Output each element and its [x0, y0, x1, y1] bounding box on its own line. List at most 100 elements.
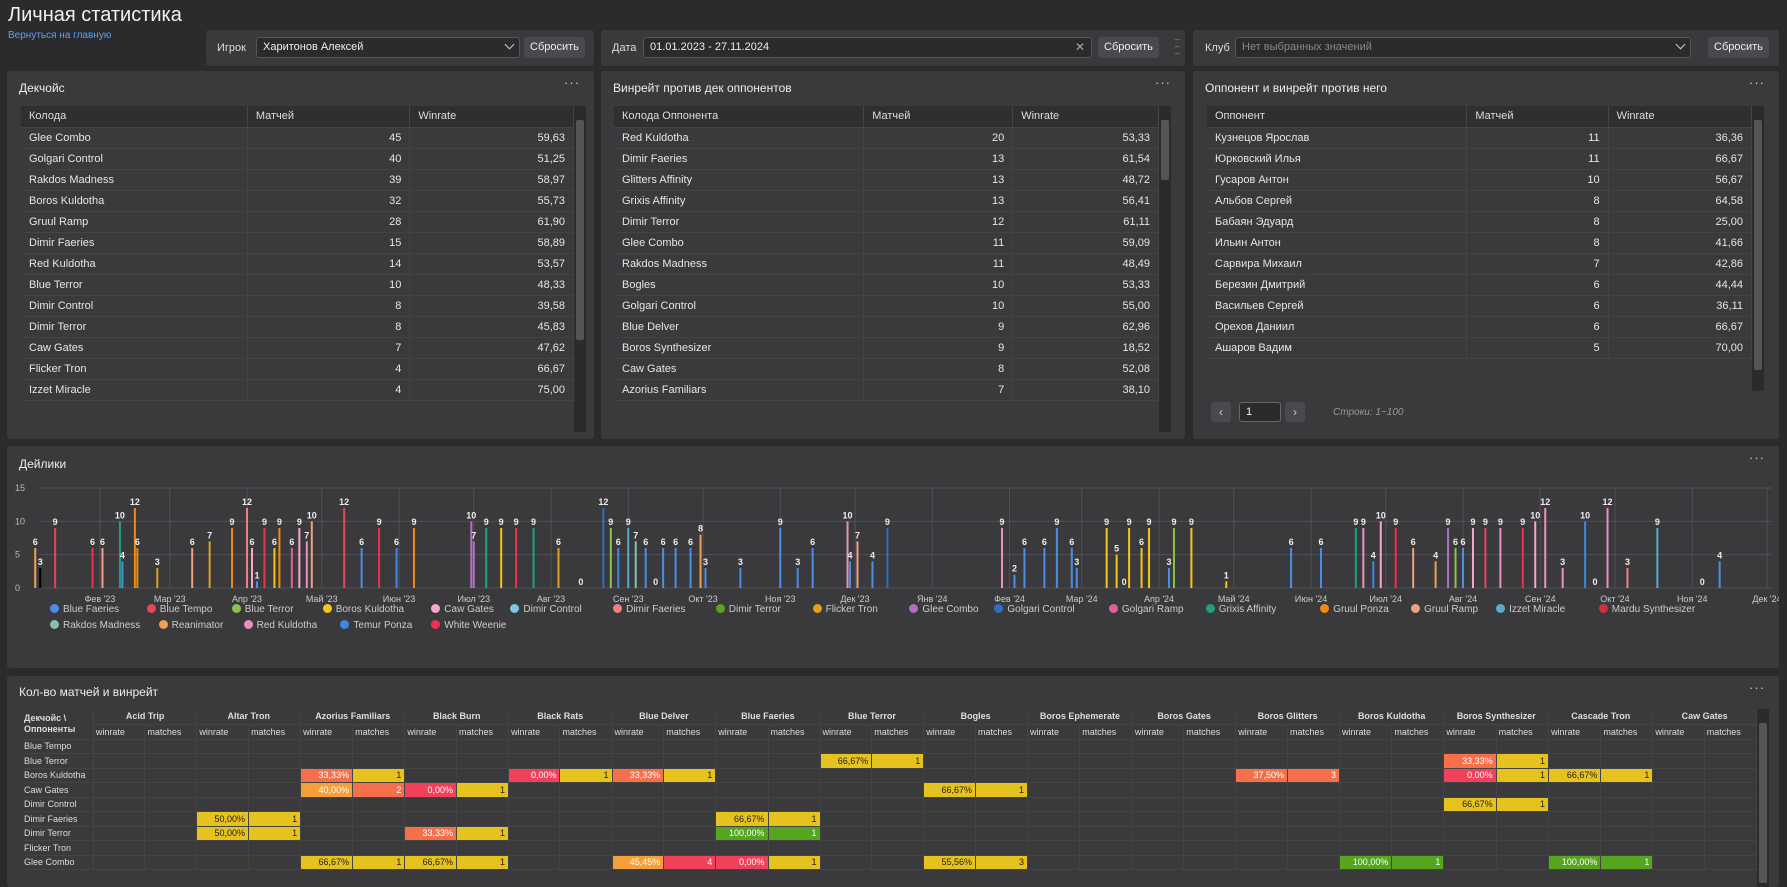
column-header[interactable]: Матчей — [1466, 106, 1609, 128]
scrollbar[interactable] — [574, 106, 586, 432]
legend-item[interactable]: Blue Terror — [231, 604, 294, 615]
table-row[interactable]: Ашаров Вадим 5 70,00 — [1207, 337, 1752, 359]
table-row[interactable]: Кузнецов Ярослав 11 36,36 — [1207, 127, 1752, 149]
legend-item[interactable]: Golgari Ramp — [1108, 604, 1184, 615]
table-row[interactable]: Red Kuldotha 20 53,33 — [614, 127, 1159, 149]
table-row[interactable]: Grixis Affinity 13 56,41 — [614, 190, 1159, 212]
table-row[interactable]: Boros Kuldotha 32 55,73 — [21, 190, 574, 212]
opponent-deck-header[interactable]: Azorius Familiars — [300, 709, 406, 725]
legend-item[interactable]: Red Kuldotha — [243, 620, 317, 631]
opponent-deck-header[interactable]: Acid Trip — [93, 709, 198, 725]
table-row[interactable]: Березин Дмитрий 6 44,44 — [1207, 274, 1752, 296]
player-reset-button[interactable]: Сбросить — [524, 37, 585, 58]
table-row[interactable]: Rakdos Madness 39 58,97 — [21, 169, 574, 191]
legend-item[interactable]: Caw Gates — [431, 604, 494, 615]
legend-item[interactable]: Grixis Affinity — [1205, 604, 1276, 615]
matrix-subheader[interactable]: winrate — [300, 724, 354, 740]
column-header[interactable]: Оппонент — [1207, 106, 1468, 128]
matrix-subheader[interactable]: matches — [248, 724, 302, 740]
table-row[interactable]: Gruul Ramp 28 61,90 — [21, 211, 574, 233]
panel-menu-icon[interactable]: ··· — [1749, 75, 1765, 90]
matrix-subheader[interactable]: matches — [352, 724, 406, 740]
column-header[interactable]: Матчей — [247, 106, 411, 128]
table-row[interactable]: Bogles 10 53,33 — [614, 274, 1159, 296]
table-row[interactable]: Dimir Faeries 15 58,89 — [21, 232, 574, 254]
matrix-subheader[interactable]: matches — [1600, 724, 1654, 740]
table-row[interactable]: Dimir Control 8 39,58 — [21, 295, 574, 317]
column-header[interactable]: Матчей — [863, 106, 1014, 128]
table-row[interactable]: Dimir Terror 8 45,83 — [21, 316, 574, 338]
opponent-deck-header[interactable]: Blue Terror — [820, 709, 925, 725]
matrix-subheader[interactable]: winrate — [508, 724, 561, 740]
legend-item[interactable]: Blue Faeries — [50, 604, 119, 615]
legend-item[interactable]: Glee Combo — [909, 604, 979, 615]
matrix-subheader[interactable]: winrate — [923, 724, 976, 740]
scrollbar[interactable] — [1159, 106, 1171, 432]
table-row[interactable]: Izzet Miracle 4 75,00 — [21, 379, 574, 401]
table-row[interactable]: Бабаян Эдуард 8 25,00 — [1207, 211, 1752, 233]
legend-item[interactable]: Dimir Terror — [715, 604, 781, 615]
opponent-deck-header[interactable]: Black Burn — [404, 709, 510, 725]
matrix-subheader[interactable]: winrate — [612, 724, 665, 740]
legend-item[interactable]: Golgari Control — [994, 604, 1075, 615]
table-row[interactable]: Blue Delver 9 62,96 — [614, 316, 1159, 338]
prev-page-button[interactable]: ‹ — [1211, 402, 1231, 422]
legend-item[interactable]: Mardu Synthesizer — [1598, 604, 1695, 615]
matrix-subheader[interactable]: winrate — [93, 724, 146, 740]
next-page-button[interactable]: › — [1285, 402, 1305, 422]
legend-item[interactable]: Rakdos Madness — [50, 620, 140, 631]
back-to-home-link[interactable]: Вернуться на главную — [8, 30, 111, 41]
matrix-subheader[interactable]: winrate — [1339, 724, 1393, 740]
matrix-subheader[interactable]: matches — [975, 724, 1029, 740]
opponent-deck-header[interactable]: Boros Kuldotha — [1339, 709, 1445, 725]
panel-menu-icon[interactable]: ··· — [564, 75, 580, 90]
table-row[interactable]: Dimir Faeries 13 61,54 — [614, 148, 1159, 170]
opponent-deck-header[interactable]: Boros Gates — [1132, 709, 1237, 725]
legend-item[interactable]: Flicker Tron — [812, 604, 878, 615]
clear-icon[interactable]: ✕ — [1075, 40, 1085, 54]
table-row[interactable]: Васильев Сергей 6 36,11 — [1207, 295, 1752, 317]
opponent-deck-header[interactable]: Caw Gates — [1652, 709, 1757, 725]
legend-item[interactable]: Blue Tempo — [146, 604, 212, 615]
scrollbar[interactable] — [1757, 709, 1769, 887]
opponent-deck-header[interactable]: Blue Delver — [612, 709, 717, 725]
table-row[interactable]: Glitters Affinity 13 48,72 — [614, 169, 1159, 191]
club-reset-button[interactable]: Сбросить — [1708, 37, 1769, 58]
opponent-deck-header[interactable]: Blue Faeries — [715, 709, 821, 725]
table-row[interactable]: Ильин Антон 8 41,66 — [1207, 232, 1752, 254]
opponent-deck-header[interactable]: Cascade Tron — [1548, 709, 1654, 725]
table-row[interactable]: Dimir Terror 12 61,11 — [614, 211, 1159, 233]
matrix-subheader[interactable]: matches — [1496, 724, 1550, 740]
opponent-deck-header[interactable]: Altar Tron — [196, 709, 302, 725]
matrix-subheader[interactable]: winrate — [1443, 724, 1497, 740]
matrix-subheader[interactable]: matches — [663, 724, 717, 740]
matrix-subheader[interactable]: matches — [1079, 724, 1133, 740]
player-select[interactable]: Харитонов Алексей — [256, 37, 520, 58]
opponent-deck-header[interactable]: Black Rats — [508, 709, 613, 725]
opponent-deck-header[interactable]: Boros Ephemerate — [1027, 709, 1133, 725]
matrix-subheader[interactable]: matches — [144, 724, 198, 740]
matrix-subheader[interactable]: winrate — [196, 724, 250, 740]
page-number-input[interactable]: 1 — [1239, 402, 1281, 422]
matrix-subheader[interactable]: winrate — [1548, 724, 1602, 740]
table-row[interactable]: Golgari Control 10 55,00 — [614, 295, 1159, 317]
matrix-subheader[interactable]: matches — [1391, 724, 1445, 740]
matrix-subheader[interactable]: winrate — [1132, 724, 1185, 740]
matrix-subheader[interactable]: winrate — [1652, 724, 1705, 740]
panel-menu-icon[interactable]: ··· — [1749, 680, 1765, 695]
scrollbar[interactable] — [1752, 106, 1764, 391]
opponent-deck-header[interactable]: Boros Synthesizer — [1443, 709, 1550, 725]
matrix-subheader[interactable]: winrate — [1027, 724, 1081, 740]
table-row[interactable]: Юрковский Илья 11 66,67 — [1207, 148, 1752, 170]
matrix-subheader[interactable]: matches — [768, 724, 821, 740]
table-row[interactable]: Blue Terror 10 48,33 — [21, 274, 574, 296]
panel-menu-icon[interactable]: ··· — [1155, 75, 1171, 90]
table-row[interactable]: Орехов Даниил 6 66,67 — [1207, 316, 1752, 338]
column-header[interactable]: Winrate — [1608, 106, 1752, 128]
matrix-subheader[interactable]: matches — [871, 724, 925, 740]
matrix-subheader[interactable]: matches — [559, 724, 613, 740]
table-row[interactable]: Azorius Familiars 7 38,10 — [614, 379, 1159, 401]
table-row[interactable]: Caw Gates 7 47,62 — [21, 337, 574, 359]
column-header[interactable]: Колода — [21, 106, 248, 128]
column-header[interactable]: Winrate — [409, 106, 574, 128]
